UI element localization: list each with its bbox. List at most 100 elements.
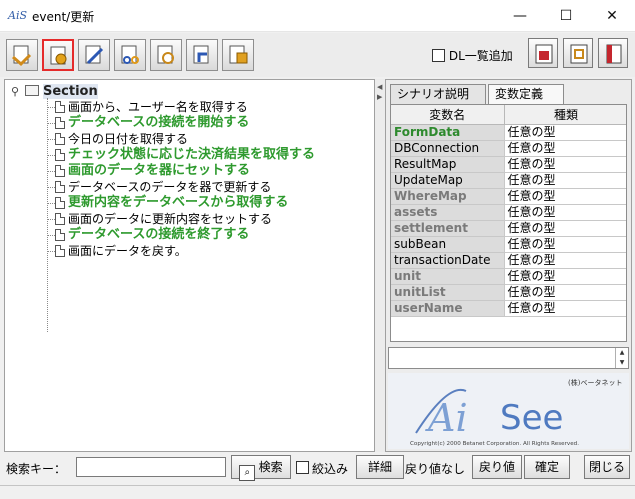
search-button[interactable]: ⌕ 検索 xyxy=(231,455,291,481)
table-row[interactable]: userName 任意の型 xyxy=(391,300,626,317)
tool-pen-button[interactable] xyxy=(78,39,110,71)
table-row[interactable]: transactionDate 任意の型 xyxy=(391,252,626,269)
variable-type-cell[interactable]: 任意の型 xyxy=(504,236,626,253)
filter-checkbox[interactable] xyxy=(296,461,309,475)
company-logo: (株)ベータネット Ai See Copyright(c) 2000 Betan… xyxy=(388,373,629,449)
variable-table[interactable]: 変数名 種類 FormData 任意の型 DBConnection 任意の型 Resul… xyxy=(390,104,627,342)
logo-company-name: (株)ベータネット xyxy=(568,378,622,387)
variable-name-cell[interactable]: WhereMap xyxy=(391,188,505,205)
variable-name-cell[interactable]: unitList xyxy=(391,284,505,301)
tree-branch xyxy=(47,123,55,124)
tree-item-label: チェック状態に応じた決済結果を取得する xyxy=(68,147,316,162)
variable-type-cell[interactable]: 任意の型 xyxy=(504,300,626,317)
tool-book-button[interactable] xyxy=(598,38,628,68)
minimize-button[interactable]: — xyxy=(497,0,543,32)
table-row[interactable]: subBean 任意の型 xyxy=(391,236,626,253)
logo-mark-see: See xyxy=(500,398,563,438)
dl-list-add-label: DL一覧追加 xyxy=(448,49,513,63)
table-row[interactable]: unitList 任意の型 xyxy=(391,284,626,301)
variable-type-cell[interactable]: 任意の型 xyxy=(504,284,626,301)
tool-search-button[interactable] xyxy=(150,39,182,71)
magnifier-icon: ⌕ xyxy=(239,465,256,481)
tree-item-label: データベースの接続を開始する xyxy=(68,115,250,130)
logo-copyright: Copyright(c) 2000 Betanet Corporation. A… xyxy=(410,441,579,447)
tool-run-button[interactable] xyxy=(222,39,254,71)
return-value-button[interactable]: 戻り値 xyxy=(472,455,522,479)
panel-splitter[interactable]: ◀ ▶ xyxy=(375,79,385,452)
scenario-tree[interactable]: ⚲ Section 画面から、ユーザー名を取得する データベースの接続を開始する 今日… xyxy=(4,79,375,452)
variable-name-cell[interactable]: transactionDate xyxy=(391,252,505,269)
document-icon xyxy=(55,117,65,129)
document-scissors-icon xyxy=(121,45,139,64)
tool-print-button[interactable] xyxy=(563,38,593,68)
tree-item-label: 画面のデータに更新内容をセットする xyxy=(68,212,273,226)
collapse-left-icon[interactable]: ◀ xyxy=(377,83,382,91)
column-header-type[interactable]: 種類 xyxy=(504,105,626,125)
app-logo-icon: AiS xyxy=(8,9,27,22)
dl-list-add-checkbox[interactable] xyxy=(432,49,445,62)
close-button[interactable]: 閉じる xyxy=(584,455,630,479)
variable-name-cell[interactable]: DBConnection xyxy=(391,140,505,157)
tool-export-button[interactable] xyxy=(186,39,218,71)
table-row[interactable]: ResultMap 任意の型 xyxy=(391,156,626,173)
folder-edit-icon xyxy=(12,45,32,67)
tool-settings-button[interactable] xyxy=(42,39,74,71)
variable-panel: シナリオ説明 変数定義 変数名 種類 FormData 任意の型 DBConnect… xyxy=(385,79,632,452)
tab-variable-definition[interactable]: 変数定義 xyxy=(488,84,564,104)
tree-branch xyxy=(47,107,55,108)
table-row[interactable]: WhereMap 任意の型 xyxy=(391,188,626,205)
variable-type-cell[interactable]: 任意の型 xyxy=(504,124,626,141)
folder-icon xyxy=(25,85,39,96)
variable-type-cell[interactable]: 任意の型 xyxy=(504,172,626,189)
table-row[interactable]: unit 任意の型 xyxy=(391,268,626,285)
variable-type-cell[interactable]: 任意の型 xyxy=(504,252,626,269)
save-document-icon xyxy=(535,44,553,64)
table-row[interactable]: UpdateMap 任意の型 xyxy=(391,172,626,189)
tab-scenario-description[interactable]: シナリオ説明 xyxy=(390,84,486,104)
description-spinner[interactable]: ▲ ▼ xyxy=(615,348,628,368)
tool-folder-button[interactable] xyxy=(6,39,38,71)
search-input[interactable] xyxy=(76,457,226,477)
variable-type-cell[interactable]: 任意の型 xyxy=(504,204,626,221)
collapse-right-icon[interactable]: ▶ xyxy=(377,93,382,101)
table-row[interactable]: FormData 任意の型 xyxy=(391,124,626,141)
document-export-icon xyxy=(193,45,209,64)
variable-type-cell[interactable]: 任意の型 xyxy=(504,140,626,157)
tree-branch xyxy=(47,155,55,156)
document-gear-icon xyxy=(50,46,67,65)
detail-button[interactable]: 詳細 xyxy=(356,455,404,479)
variable-name-cell[interactable]: ResultMap xyxy=(391,156,505,173)
table-row[interactable]: assets 任意の型 xyxy=(391,204,626,221)
document-icon xyxy=(55,181,65,193)
tool-cut-button[interactable] xyxy=(114,39,146,71)
book-icon xyxy=(606,44,622,64)
tree-connector xyxy=(47,98,48,332)
variable-type-cell[interactable]: 任意の型 xyxy=(504,156,626,173)
status-divider xyxy=(0,485,635,486)
variable-name-cell[interactable]: subBean xyxy=(391,236,505,253)
tree-root[interactable]: ⚲ Section xyxy=(11,83,98,99)
document-icon xyxy=(55,229,65,241)
variable-name-cell[interactable]: settlement xyxy=(391,220,505,237)
variable-type-cell[interactable]: 任意の型 xyxy=(504,220,626,237)
tool-save-button[interactable] xyxy=(528,38,558,68)
variable-name-cell[interactable]: unit xyxy=(391,268,505,285)
variable-type-cell[interactable]: 任意の型 xyxy=(504,188,626,205)
tree-item-label: 画面のデータを器にセットする xyxy=(68,163,251,178)
variable-name-cell[interactable]: userName xyxy=(391,300,505,317)
dl-list-add-option[interactable]: DL一覧追加 xyxy=(432,47,513,64)
maximize-button[interactable]: ☐ xyxy=(543,0,589,32)
variable-name-cell[interactable]: FormData xyxy=(391,124,505,141)
table-row[interactable]: settlement 任意の型 xyxy=(391,220,626,237)
close-window-button[interactable]: ✕ xyxy=(589,0,635,32)
variable-name-cell[interactable]: UpdateMap xyxy=(391,172,505,189)
document-list-icon xyxy=(570,44,588,64)
variable-name-cell[interactable]: assets xyxy=(391,204,505,221)
column-header-name[interactable]: 変数名 xyxy=(391,105,505,125)
table-row[interactable]: DBConnection 任意の型 xyxy=(391,140,626,157)
variable-type-cell[interactable]: 任意の型 xyxy=(504,268,626,285)
document-icon xyxy=(55,133,65,145)
description-field[interactable]: ▲ ▼ xyxy=(388,347,629,369)
document-run-icon xyxy=(229,45,248,64)
confirm-button[interactable]: 確定 xyxy=(524,455,570,479)
